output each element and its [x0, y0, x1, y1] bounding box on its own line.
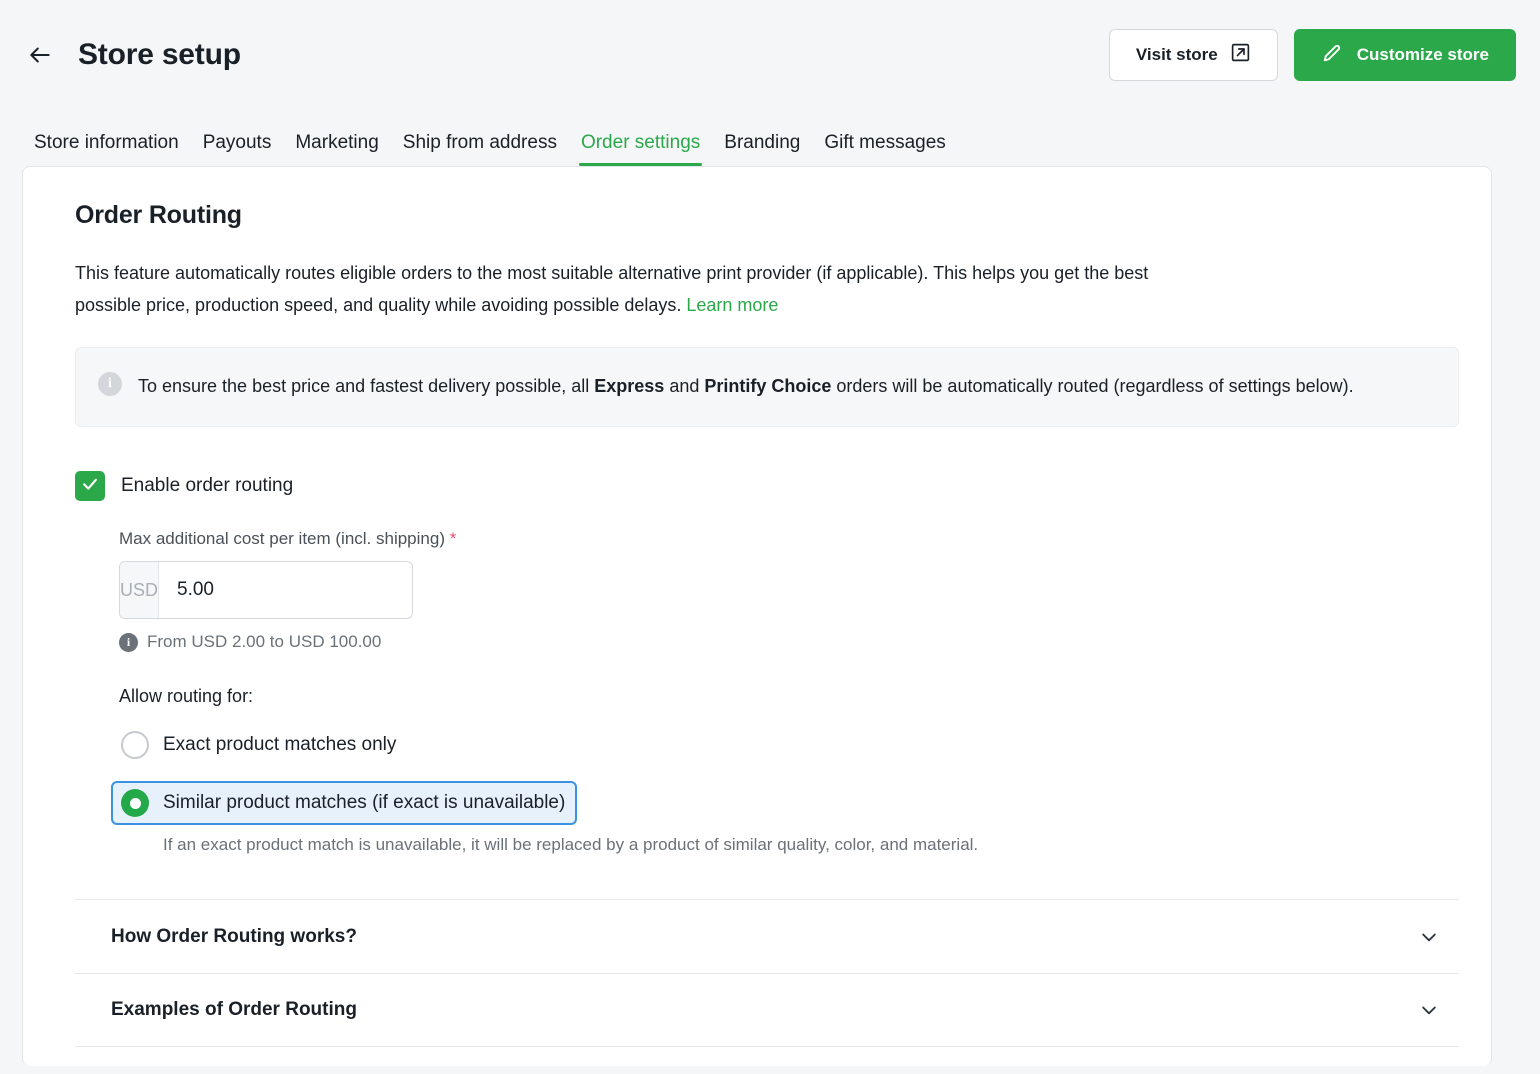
tab-payouts[interactable]: Payouts: [191, 133, 284, 166]
external-link-icon: [1230, 42, 1251, 68]
radio-circle-selected-icon[interactable]: [121, 789, 149, 818]
section-description: This feature automatically routes eligib…: [75, 258, 1185, 321]
back-button[interactable]: [20, 35, 60, 75]
learn-more-link[interactable]: Learn more: [686, 295, 778, 315]
tab-order-settings[interactable]: Order settings: [569, 133, 712, 166]
radio-similar-product-matches-group: Similar product matches (if exact is una…: [111, 781, 1459, 855]
radio-circle-icon[interactable]: [121, 731, 149, 760]
section-description-line1: This feature automatically routes eligib…: [75, 263, 968, 283]
check-icon: [80, 474, 100, 499]
tab-gift-messages[interactable]: Gift messages: [812, 133, 957, 166]
max-cost-label: Max additional cost per item (incl. ship…: [119, 529, 1459, 549]
accordion-item-how-order-routing-works[interactable]: How Order Routing works?: [75, 899, 1459, 973]
max-cost-input[interactable]: [159, 562, 412, 619]
banner-prefix: To ensure the best price and fastest del…: [138, 376, 595, 396]
settings-tab-bar: Store information Payouts Marketing Ship…: [0, 110, 1540, 166]
tab-marketing[interactable]: Marketing: [283, 133, 390, 166]
radio-exact-product-matches-label: Exact product matches only: [163, 734, 397, 756]
pencil-icon: [1321, 42, 1343, 69]
tab-ship-from-address[interactable]: Ship from address: [391, 133, 569, 166]
accordion-item-examples-of-order-routing[interactable]: Examples of Order Routing: [75, 973, 1459, 1048]
allow-routing-options: Allow routing for: Exact product matches…: [111, 686, 1459, 855]
tab-branding[interactable]: Branding: [712, 133, 812, 166]
section-title: Order Routing: [75, 201, 242, 229]
page-header: Store setup Visit store Customize store: [0, 0, 1540, 110]
tab-store-information[interactable]: Store information: [24, 133, 191, 166]
order-routing-accordion: How Order Routing works? Examples of Ord…: [75, 899, 1459, 1048]
enable-order-routing-label: Enable order routing: [121, 475, 294, 497]
allow-routing-heading: Allow routing for:: [119, 686, 254, 707]
checkbox-box[interactable]: [75, 471, 105, 502]
page-title: Store setup: [78, 38, 241, 71]
accordion-title: How Order Routing works?: [111, 925, 357, 947]
banner-suffix: orders will be automatically routed (reg…: [831, 376, 1354, 396]
radio-similar-product-matches[interactable]: Similar product matches (if exact is una…: [111, 781, 578, 826]
radio-exact-product-matches[interactable]: Exact product matches only: [111, 723, 408, 767]
accordion-title: Examples of Order Routing: [111, 999, 357, 1021]
banner-bold-express: Express: [594, 376, 665, 396]
visit-store-button[interactable]: Visit store: [1108, 29, 1278, 81]
enable-order-routing-checkbox[interactable]: Enable order routing: [75, 471, 294, 502]
routing-info-banner: i To ensure the best price and fastest d…: [75, 347, 1459, 428]
radio-similar-product-matches-label: Similar product matches (if exact is una…: [163, 792, 566, 814]
max-cost-input-wrapper[interactable]: USD: [119, 561, 413, 620]
banner-bold-printify-choice: Printify Choice: [704, 376, 832, 396]
max-cost-hint-text: From USD 2.00 to USD 100.00: [147, 632, 382, 652]
arrow-left-icon: [27, 42, 53, 68]
max-cost-label-text: Max additional cost per item (incl. ship…: [119, 529, 445, 549]
header-actions: Visit store Customize store: [1108, 29, 1516, 81]
info-icon: i: [98, 372, 122, 396]
customize-store-label: Customize store: [1356, 45, 1489, 64]
info-icon: i: [119, 632, 138, 652]
currency-prefix: USD: [120, 562, 160, 619]
banner-middle: and: [664, 376, 705, 396]
radio-similar-product-matches-description: If an exact product match is unavailable…: [163, 835, 979, 855]
customize-store-button[interactable]: Customize store: [1293, 29, 1516, 81]
chevron-down-icon[interactable]: [1417, 925, 1441, 949]
order-routing-card: Order Routing This feature automatically…: [22, 166, 1492, 1066]
max-cost-field-group: Max additional cost per item (incl. ship…: [119, 529, 1459, 652]
routing-info-banner-text: To ensure the best price and fastest del…: [138, 370, 1354, 402]
max-cost-hint: i From USD 2.00 to USD 100.00: [119, 632, 1459, 652]
visit-store-label: Visit store: [1135, 45, 1218, 64]
required-indicator: *: [449, 529, 457, 549]
chevron-down-icon[interactable]: [1417, 998, 1441, 1022]
